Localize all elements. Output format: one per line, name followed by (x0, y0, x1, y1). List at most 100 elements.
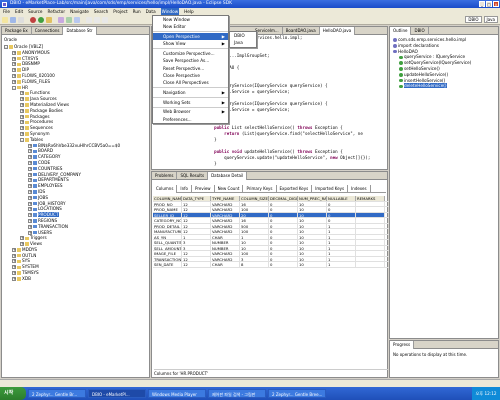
minimize-icon[interactable]: _ (479, 1, 485, 7)
taskbar-button[interactable]: 제어판 파일 검색 - 그림판 (208, 389, 266, 398)
menu-item[interactable]: Preferences... (153, 116, 228, 123)
menu-item[interactable]: Navigation ▶ (153, 89, 228, 96)
expand-icon[interactable]: + (20, 102, 24, 107)
expand-icon[interactable]: + (12, 253, 16, 258)
tab-database-detail[interactable]: Database Detail (208, 172, 248, 180)
tab-progress[interactable]: Progress (390, 341, 415, 349)
subtab-new-count[interactable]: New Count (215, 185, 244, 193)
menu-item[interactable]: Save Perspective As... (153, 57, 228, 64)
expand-icon[interactable]: + (20, 242, 24, 247)
column-header[interactable]: DATA_TYPE (182, 196, 211, 201)
new-class-icon[interactable] (74, 17, 80, 23)
subtab-preview[interactable]: Preview (192, 185, 215, 193)
tab-package-explorer[interactable]: Package Ex (2, 27, 32, 35)
subtab-columns[interactable]: Columns (153, 185, 178, 193)
expand-icon[interactable]: + (28, 178, 32, 183)
run-icon[interactable] (38, 17, 44, 23)
menu-file[interactable]: File (3, 8, 10, 15)
expand-icon[interactable]: + (28, 230, 32, 235)
subtab-exported-keys[interactable]: Exported Keys (277, 185, 313, 193)
expand-icon[interactable]: + (12, 247, 16, 252)
collapse-icon[interactable]: - (20, 137, 24, 142)
expand-icon[interactable]: + (20, 114, 24, 119)
tree-node[interactable]: + XDB (2, 276, 149, 282)
new-icon[interactable] (2, 17, 8, 23)
close-icon[interactable]: × (493, 1, 499, 7)
collapse-icon[interactable]: - (4, 45, 8, 49)
tab-hellodao[interactable]: HelloDAO.java (319, 27, 356, 35)
menu-item[interactable]: Customize Perspective... (153, 50, 228, 57)
expand-icon[interactable]: + (28, 149, 32, 154)
expand-icon[interactable]: + (12, 271, 16, 276)
expand-icon[interactable]: + (12, 259, 16, 264)
maximize-icon[interactable]: □ (486, 1, 492, 7)
expand-icon[interactable]: + (20, 91, 24, 96)
menu-item[interactable]: Close Perspective (153, 72, 228, 79)
menu-source[interactable]: Source (28, 8, 42, 15)
expand-icon[interactable]: + (28, 224, 32, 229)
start-button[interactable]: 시작 (0, 387, 26, 400)
perspective-option[interactable]: DBIO (230, 32, 256, 39)
tab-connections[interactable]: Connections (32, 27, 64, 35)
menu-window[interactable]: Window (160, 8, 180, 15)
column-header[interactable]: REMARKS (356, 196, 385, 201)
back-icon[interactable] (94, 17, 100, 23)
column-header[interactable]: DECIMAL_DIGITS (269, 196, 298, 201)
debug-icon[interactable] (30, 17, 36, 23)
external-tools-icon[interactable] (46, 17, 52, 23)
expand-icon[interactable]: + (28, 213, 32, 218)
new-package-icon[interactable] (66, 17, 72, 23)
subtab-primary-keys[interactable]: Primary Keys (243, 185, 277, 193)
menu-navigate[interactable]: Navigate (70, 8, 89, 15)
forward-icon[interactable] (102, 17, 108, 23)
expand-icon[interactable]: + (28, 160, 32, 165)
menu-run[interactable]: Run (133, 8, 141, 15)
expand-icon[interactable]: + (12, 62, 16, 67)
expand-icon[interactable]: + (20, 131, 24, 136)
tab-sql-results[interactable]: SQL Results (177, 172, 209, 180)
perspective-dbio[interactable]: DBIO (465, 16, 482, 23)
expand-icon[interactable]: + (28, 218, 32, 223)
connection-filter[interactable]: Oracle (4, 36, 17, 43)
menu-item[interactable]: Reset Perspective... (153, 65, 228, 72)
outline-item[interactable]: deleteHelloService() (390, 83, 498, 89)
expand-icon[interactable]: + (20, 120, 24, 125)
expand-icon[interactable]: + (28, 195, 32, 200)
perspective-option[interactable]: Java (230, 39, 256, 46)
taskbar-button[interactable]: 2 Zephyr... Gentle Bree... (268, 389, 326, 398)
menu-item[interactable]: New Editor (153, 23, 228, 30)
menu-refactor[interactable]: Refactor (48, 8, 66, 15)
table-row[interactable]: SEN_DATE 12 CHAR 8 0 10 1 (153, 262, 389, 268)
search-icon[interactable] (86, 17, 92, 23)
taskbar-button[interactable]: Windows Media Player (148, 389, 206, 398)
subtab-info[interactable]: Info (177, 185, 192, 193)
column-header[interactable]: TYPE_NAME (211, 196, 240, 201)
expand-icon[interactable]: + (28, 155, 32, 160)
expand-icon[interactable]: + (20, 126, 24, 131)
perspective-java[interactable]: Java (483, 16, 498, 23)
expand-icon[interactable]: + (20, 236, 24, 241)
expand-icon[interactable]: + (12, 276, 16, 281)
menu-item[interactable]: Open Perspective ▶ (153, 32, 228, 41)
tab-database-structure[interactable]: Database Str (63, 27, 97, 35)
column-header[interactable]: NUM_PREC_RADIX (298, 196, 327, 201)
expand-icon[interactable]: + (12, 73, 16, 78)
expand-icon[interactable]: + (20, 97, 24, 102)
print-icon[interactable] (18, 17, 24, 23)
window-titlebar[interactable]: DBIO - eMarketPlace-Lab/src/main/java/co… (0, 0, 500, 8)
collapse-icon[interactable]: - (12, 85, 16, 90)
menu-item[interactable]: Show View ▶ (153, 40, 228, 47)
expand-icon[interactable]: + (28, 207, 32, 212)
menu-help[interactable]: Help (184, 8, 194, 15)
expand-icon[interactable]: + (12, 68, 16, 73)
menu-item[interactable]: Working Sets ▶ (153, 99, 228, 106)
tab-outline[interactable]: Outline (390, 27, 412, 35)
expand-icon[interactable]: + (12, 50, 16, 55)
expand-icon[interactable]: + (28, 189, 32, 194)
menu-data[interactable]: Data (146, 8, 156, 15)
tab-problems[interactable]: Problems (152, 172, 178, 180)
expand-icon[interactable]: + (28, 184, 32, 189)
menu-item[interactable]: New Window (153, 16, 228, 23)
new-java-project-icon[interactable] (58, 17, 64, 23)
menu-item[interactable]: Web Browser ▶ (153, 108, 228, 115)
